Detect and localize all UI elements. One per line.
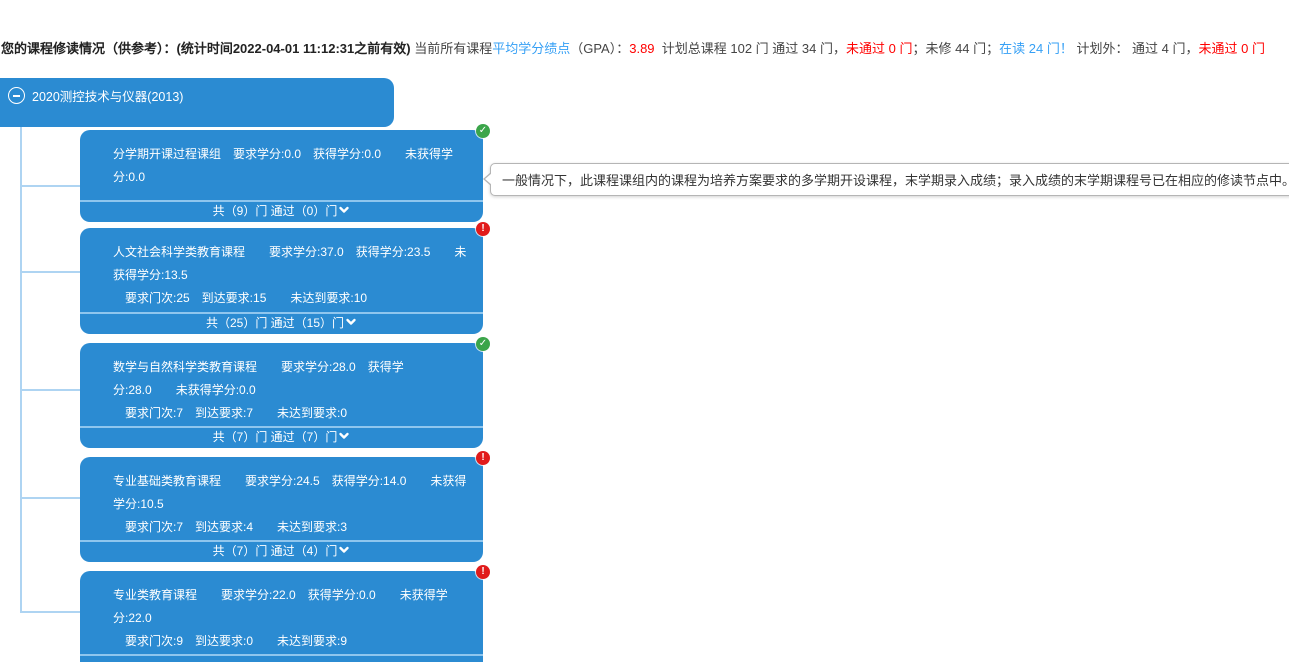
- gpa-link[interactable]: 平均学分绩点: [492, 41, 570, 56]
- course-group-node[interactable]: ✓ 数学与自然科学类教育课程 要求学分:28.0 获得学 分:28.0 未获得学…: [80, 343, 483, 448]
- summary-extra-failed-count: 未通过 0 门: [1199, 41, 1265, 56]
- status-passed-icon: ✓: [476, 124, 490, 138]
- status-warning-icon: !: [476, 222, 490, 236]
- status-warning-icon: !: [476, 451, 490, 465]
- summary-extra-plan: 计划外： 通过 4 门，: [1073, 41, 1199, 56]
- collapse-minus-icon[interactable]: [8, 87, 25, 104]
- program-root-label: 2020测控技术与仪器(2013): [32, 86, 183, 105]
- tree-branch-line: [21, 497, 80, 499]
- group-help-tooltip: 一般情况下，此课程课组内的课程为培养方案要求的多学期开设课程，末学期录入成绩；录…: [490, 163, 1289, 196]
- status-warning-icon: !: [476, 565, 490, 579]
- group-stats-line: 分:28.0 未获得学分:0.0: [113, 379, 459, 402]
- group-stats-line: 数学与自然科学类教育课程 要求学分:28.0 获得学: [113, 356, 459, 379]
- group-footer-label: 共（25）门 通过（15）门: [206, 316, 344, 330]
- group-footer-label: 共（7）门 通过（4）门: [213, 544, 338, 558]
- tree-branch-line: [21, 185, 80, 187]
- summary-title: 您的课程修读情况（供参考）：(统计时间2022-04-01 11:12:31之前…: [1, 41, 414, 56]
- group-stats-line: 专业类教育课程 要求学分:22.0 获得学分:0.0 未获得学: [113, 584, 459, 607]
- status-passed-icon: ✓: [476, 337, 490, 351]
- course-plan-tree-page: 您的课程修读情况（供参考）：(统计时间2022-04-01 11:12:31之前…: [0, 0, 1289, 662]
- summary-untaken-count: ；未修 44 门；: [912, 41, 999, 56]
- group-expand-toggle[interactable]: [80, 654, 483, 662]
- summary-header: 您的课程修读情况（供参考）：(统计时间2022-04-01 11:12:31之前…: [1, 40, 1287, 57]
- summary-text: （GPA）：: [570, 41, 629, 56]
- summary-inprogress-count: 在读 24 门！: [999, 41, 1073, 56]
- tooltip-text: 一般情况下，此课程课组内的课程为培养方案要求的多学期开设课程，末学期录入成绩；录…: [502, 173, 1289, 188]
- group-stats-line: 人文社会科学类教育课程 要求学分:37.0 获得学分:23.5 未: [113, 241, 459, 264]
- tree-trunk-line: [20, 127, 22, 613]
- group-stats-line: 要求门次:7 到达要求:7 未达到要求:0: [113, 402, 459, 425]
- chevron-down-icon: [338, 544, 350, 556]
- program-root-node[interactable]: 2020测控技术与仪器(2013): [0, 78, 394, 127]
- group-expand-toggle[interactable]: 共（9）门 通过（0）门: [80, 200, 483, 222]
- course-group-node[interactable]: ✓ 分学期开课过程课组 要求学分:0.0 获得学分:0.0 未获得学 分:0.0…: [80, 130, 483, 222]
- chevron-down-icon: [338, 430, 350, 442]
- gpa-value: 3.89: [629, 41, 654, 56]
- chevron-down-icon: [345, 316, 357, 328]
- summary-courses-total: 计划总课程 102 门 通过 34 门，: [655, 41, 846, 56]
- summary-failed-count: 未通过 0 门: [846, 41, 912, 56]
- group-expand-toggle[interactable]: 共（25）门 通过（15）门: [80, 312, 483, 334]
- group-stats-line: 要求门次:7 到达要求:4 未达到要求:3: [113, 516, 459, 539]
- summary-text: 当前所有课程: [414, 41, 492, 56]
- course-group-node[interactable]: ! 人文社会科学类教育课程 要求学分:37.0 获得学分:23.5 未 获得学分…: [80, 228, 483, 334]
- chevron-down-icon: [338, 204, 350, 216]
- course-group-node[interactable]: ! 专业基础类教育课程 要求学分:24.5 获得学分:14.0 未获得 学分:1…: [80, 457, 483, 562]
- group-footer-label: 共（7）门 通过（7）门: [213, 430, 338, 444]
- group-stats-line: 分学期开课过程课组 要求学分:0.0 获得学分:0.0 未获得学: [113, 143, 459, 166]
- tree-branch-line: [21, 611, 80, 613]
- group-stats-line: 要求门次:9 到达要求:0 未达到要求:9: [113, 630, 459, 653]
- group-stats-line: 获得学分:13.5: [113, 264, 459, 287]
- group-stats-line: 分:22.0: [113, 607, 459, 630]
- group-expand-toggle[interactable]: 共（7）门 通过（4）门: [80, 540, 483, 562]
- group-stats-line: 专业基础类教育课程 要求学分:24.5 获得学分:14.0 未获得: [113, 470, 459, 493]
- group-footer-label: 共（9）门 通过（0）门: [213, 204, 338, 218]
- tree-branch-line: [21, 271, 80, 273]
- tree-branch-line: [21, 389, 80, 391]
- course-group-node[interactable]: ! 专业类教育课程 要求学分:22.0 获得学分:0.0 未获得学 分:22.0…: [80, 571, 483, 662]
- group-stats-line: 分:0.0: [113, 166, 459, 189]
- group-stats-line: 学分:10.5: [113, 493, 459, 516]
- group-expand-toggle[interactable]: 共（7）门 通过（7）门: [80, 426, 483, 448]
- group-stats-line: 要求门次:25 到达要求:15 未达到要求:10: [113, 287, 459, 310]
